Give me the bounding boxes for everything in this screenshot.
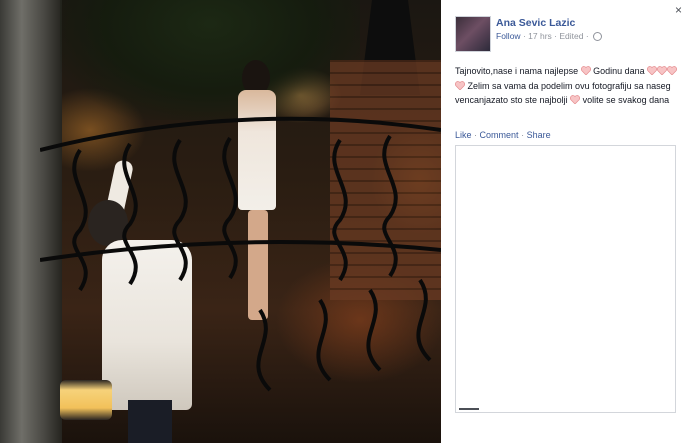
heart-icon xyxy=(455,80,465,90)
heart-icon xyxy=(570,95,581,104)
post-side-panel: × Ana Sevic Lazic Follow · 17 hrs · Edit… xyxy=(441,0,688,443)
meta-separator: · xyxy=(522,31,526,41)
post-text-segment: Godinu dana xyxy=(593,66,648,76)
heart-icon xyxy=(657,66,668,75)
foliage xyxy=(60,0,360,120)
post-text: Tajnovito,nase i nama najlepse Godinu da… xyxy=(455,64,680,108)
post-meta: Follow · 17 hrs · Edited · xyxy=(496,31,603,42)
garden-lantern xyxy=(60,380,112,420)
comments-area[interactable] xyxy=(455,145,676,413)
close-icon[interactable]: × xyxy=(675,4,682,16)
author-name[interactable]: Ana Sevic Lazic xyxy=(496,17,575,29)
heart-icon xyxy=(667,66,678,75)
post-time[interactable]: 17 hrs xyxy=(528,31,552,41)
heart-icon xyxy=(647,66,658,75)
scrollbar-thumb[interactable] xyxy=(459,408,479,410)
like-link[interactable]: Like xyxy=(455,130,472,140)
post-text-segment: Tajnovito,nase i nama najlepse xyxy=(455,66,581,76)
post-text-segment: volite se svakog dana xyxy=(582,95,670,105)
action-separator: · xyxy=(521,130,525,140)
meta-separator: · xyxy=(554,31,557,41)
follow-link[interactable]: Follow xyxy=(496,31,521,41)
author-avatar[interactable] xyxy=(455,16,491,52)
iron-railing xyxy=(40,116,441,392)
post-photo[interactable] xyxy=(0,0,441,443)
meta-separator: · xyxy=(585,31,589,41)
action-separator: · xyxy=(474,130,478,140)
comment-link[interactable]: Comment xyxy=(480,130,519,140)
edited-label[interactable]: Edited xyxy=(559,31,583,41)
share-link[interactable]: Share xyxy=(527,130,551,140)
globe-icon[interactable] xyxy=(593,32,603,42)
heart-icon xyxy=(580,66,591,75)
post-actions: Like · Comment · Share xyxy=(455,130,551,140)
